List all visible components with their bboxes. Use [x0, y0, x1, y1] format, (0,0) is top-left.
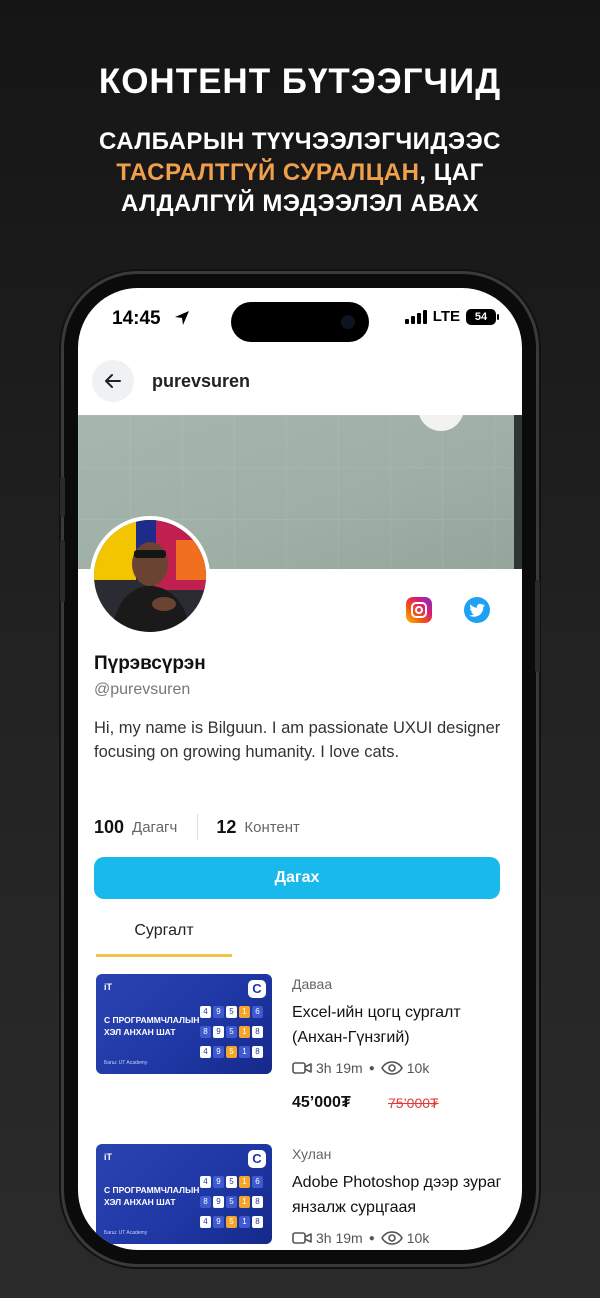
phone-side-button [60, 540, 65, 602]
course-thumbnail: iT C С ПРОГРАММЧЛАЛЫН ХЭЛ АНХАН ШАТ 4951… [96, 974, 272, 1074]
instagram-icon[interactable] [406, 597, 432, 623]
followers-count: 100 [94, 816, 125, 837]
promo-subtitle-line3: АЛДАЛГҮЙ МЭДЭЭЛЭЛ АВАХ [120, 190, 479, 217]
course-author: Даваа [292, 976, 333, 992]
thumb-badge: C [248, 1150, 266, 1168]
dynamic-island [231, 302, 369, 342]
eye-icon [380, 1061, 403, 1075]
arrow-left-icon [105, 374, 121, 388]
phone-screen: 14:45 LTE 54 purevsuren Пүрэвсүрэн @pure… [78, 288, 522, 1250]
course-meta: 3h 19m ● 10k [292, 1060, 429, 1076]
thumb-footer: Багш: UT Academy [104, 1060, 148, 1066]
content-label: Контент [244, 818, 300, 836]
course-views: 10k [406, 1230, 430, 1246]
course-card[interactable]: iT C С ПРОГРАММЧЛАЛЫН ХЭЛ АНХАН ШАТ 4951… [96, 974, 506, 1124]
user-handle: @purevsuren [94, 681, 191, 698]
display-name: Пүрэвсүрэн [94, 653, 206, 674]
promo-subtitle-after-accent: , ЦАГ [419, 159, 484, 186]
content-count: 12 [216, 816, 237, 837]
user-bio: Hi, my name is Bilguun. I am passionate … [94, 719, 501, 761]
avatar [94, 520, 206, 632]
battery-icon: 54 [466, 308, 499, 325]
thumb-grid: 49516 89518 49518 [200, 1006, 263, 1066]
header-username: purevsuren [152, 371, 251, 391]
thumb-text-line2: ХЭЛ АНХАН ШАТ [104, 1197, 176, 1207]
followers-label: Дагагч [132, 818, 178, 836]
status-right: LTE 54 [404, 308, 499, 325]
thumb-grid: 49516 89518 49518 [200, 1176, 263, 1236]
course-old-price: 75’000₮ [388, 1095, 439, 1111]
network-type: LTE [432, 308, 460, 325]
thumb-text-line1: С ПРОГРАММЧЛАЛЫН [104, 1185, 200, 1195]
course-title: Excel-ийн цогц сургалт (Анхан-Гүнзгий) [292, 1004, 461, 1046]
thumb-logo: iT [104, 982, 112, 992]
course-meta: 3h 19m ● 10k [292, 1230, 429, 1246]
signal-icon [404, 309, 427, 324]
course-duration: 3h 19m [316, 1230, 363, 1246]
thumb-logo: iT [104, 1152, 112, 1162]
battery-level: 54 [474, 310, 488, 323]
promo-title: КОНТЕНТ БҮТЭЭГЧИД [98, 62, 502, 101]
video-icon [292, 1062, 312, 1074]
thumb-text-line1: С ПРОГРАММЧЛАЛЫН [104, 1015, 200, 1025]
thumb-text: С ПРОГРАММЧЛАЛЫН ХЭЛ АНХАН ШАТ [104, 1014, 199, 1038]
phone-side-button [60, 477, 65, 517]
promo-subtitle-line1: САЛБАРЫН ТҮҮЧЭЭЛЭГЧИДЭЭС [98, 128, 502, 155]
thumb-footer: Багш: UT Academy [104, 1230, 148, 1236]
location-arrow-icon [175, 311, 189, 325]
course-views: 10k [406, 1060, 430, 1076]
course-title: Adobe Photoshop дээр зураг янзалж сурцга… [292, 1174, 502, 1216]
promo-subtitle-accent: ТАСРАЛТГҮЙ СУРАЛЦАН [116, 159, 420, 186]
stats-divider [197, 814, 199, 840]
status-time: 14:45 [112, 308, 161, 329]
course-duration: 3h 19m [316, 1060, 363, 1076]
thumb-text: С ПРОГРАММЧЛАЛЫН ХЭЛ АНХАН ШАТ [104, 1184, 199, 1208]
phone-side-button [535, 580, 540, 672]
follow-button[interactable]: Дагах [94, 857, 500, 899]
course-author: Хулан [292, 1146, 332, 1162]
tab-courses[interactable]: Сургалт [96, 916, 232, 957]
twitter-icon[interactable] [464, 597, 490, 623]
course-price: 45’000₮ [292, 1094, 351, 1111]
thumb-text-line2: ХЭЛ АНХАН ШАТ [104, 1027, 176, 1037]
profile-stats: 100 Дагагч 12 Контент [94, 814, 300, 840]
thumb-badge: C [248, 980, 266, 998]
eye-icon [380, 1231, 403, 1245]
back-button[interactable] [92, 360, 134, 402]
video-icon [292, 1232, 312, 1244]
promo-subtitle: САЛБАРЫН ТҮҮЧЭЭЛЭГЧИДЭЭС ТАСРАЛТГҮЙ СУРА… [40, 126, 560, 219]
course-card[interactable]: iT C С ПРОГРАММЧЛАЛЫН ХЭЛ АНХАН ШАТ 4951… [96, 1144, 506, 1250]
course-thumbnail: iT C С ПРОГРАММЧЛАЛЫН ХЭЛ АНХАН ШАТ 4951… [96, 1144, 272, 1244]
